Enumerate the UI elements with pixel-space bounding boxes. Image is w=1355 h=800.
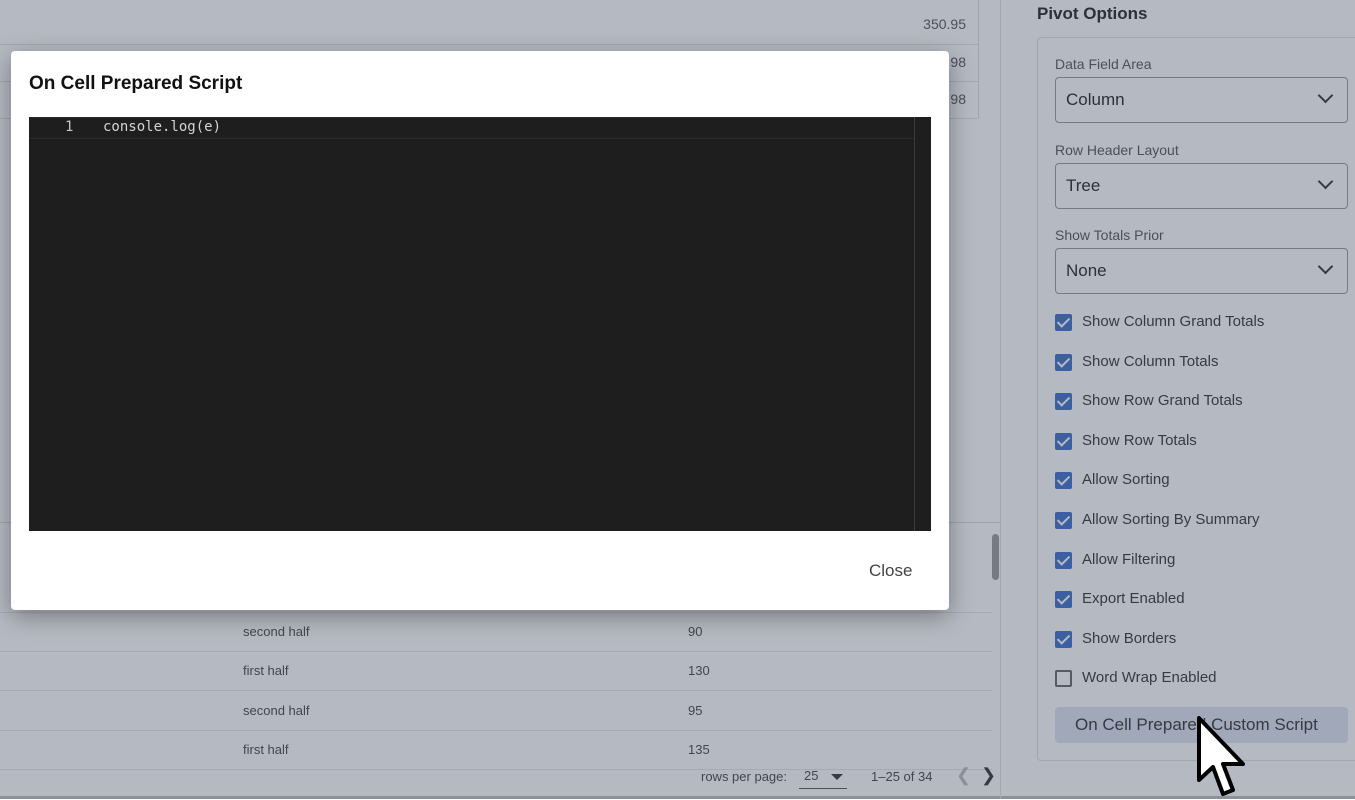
dialog-title: On Cell Prepared Script <box>29 73 243 94</box>
mouse-pointer-icon <box>1197 716 1245 796</box>
code-editor[interactable]: 1 console.log(e) <box>29 117 931 531</box>
editor-scrollbar[interactable] <box>914 117 915 531</box>
code-line[interactable]: console.log(e) <box>103 119 221 135</box>
line-number: 1 <box>65 119 74 135</box>
script-dialog: On Cell Prepared Script 1 console.log(e)… <box>11 51 949 610</box>
close-button[interactable]: Close <box>869 561 912 581</box>
